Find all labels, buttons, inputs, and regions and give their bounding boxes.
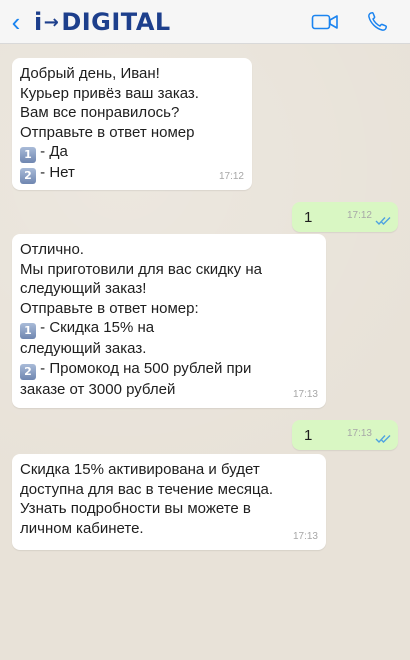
message-outgoing: 1 17:13: [292, 420, 398, 450]
message-time: 17:12: [346, 209, 372, 221]
message-line: Мы приготовили для вас скидку на: [20, 260, 262, 278]
double-check-icon: [375, 435, 391, 444]
message-time: 17:13: [346, 427, 372, 439]
double-check-icon: [375, 217, 391, 226]
message-option: 1 - Скидка 15% на: [20, 318, 318, 339]
message-time: 17:13: [292, 530, 318, 542]
message-line: Курьер привёз ваш заказ.: [20, 84, 199, 102]
message-time: 17:12: [218, 170, 244, 182]
message-line: Отлично.: [20, 241, 84, 258]
message-line: заказе от 3000 рублей: [20, 380, 176, 398]
video-camera-icon[interactable]: [310, 8, 340, 36]
option-text: - Промокод на 500 рублей при: [36, 359, 252, 377]
message-line: Скидка 15% активирована и будет: [20, 461, 260, 478]
message-line: доступна для вас в течение месяца.: [20, 480, 274, 498]
message-outgoing: 1 17:12: [292, 202, 398, 232]
message-incoming: Скидка 15% активирована и будет доступна…: [12, 454, 326, 550]
keycap-1-icon: 1: [20, 323, 36, 339]
message-line: личном кабинете.: [20, 519, 144, 537]
message-incoming: Добрый день, Иван! Курьер привёз ваш зак…: [12, 58, 252, 190]
message-option: 2 - Промокод на 500 рублей при: [20, 359, 318, 380]
message-line: Добрый день, Иван!: [20, 65, 160, 82]
message-incoming: Отлично. Мы приготовили для вас скидку н…: [12, 234, 326, 408]
message-option: 2 - Нет: [20, 163, 244, 184]
brand-logo: i → DIGITAL: [34, 6, 171, 38]
option-text: - Скидка 15% на: [36, 319, 155, 336]
message-line: Отправьте в ответ номер: [20, 123, 195, 141]
keycap-2-icon: 2: [20, 363, 36, 380]
phone-icon[interactable]: [362, 8, 392, 36]
message-line: Отправьте в ответ номер:: [20, 299, 199, 317]
chat-area[interactable]: Добрый день, Иван! Курьер привёз ваш зак…: [0, 44, 410, 660]
message-line: следующий заказ!: [20, 280, 147, 297]
chat-header: ‹ i → DIGITAL: [0, 0, 410, 44]
option-text: - Да: [36, 143, 68, 160]
logo-prefix: i: [34, 8, 43, 36]
message-line: Вам все понравилось?: [20, 104, 180, 121]
logo-name: DIGITAL: [61, 8, 171, 36]
option-text: - Нет: [36, 164, 75, 181]
chevron-left-icon[interactable]: ‹: [6, 8, 26, 36]
keycap-1-icon: 1: [20, 147, 36, 163]
keycap-2-icon: 2: [20, 168, 36, 184]
message-line: следующий заказ.: [20, 340, 147, 357]
logo-arrow: →: [43, 11, 60, 33]
message-option: 1 - Да: [20, 142, 244, 163]
message-time: 17:13: [292, 388, 318, 400]
message-line: Узнать подробности вы можете в: [20, 500, 251, 517]
